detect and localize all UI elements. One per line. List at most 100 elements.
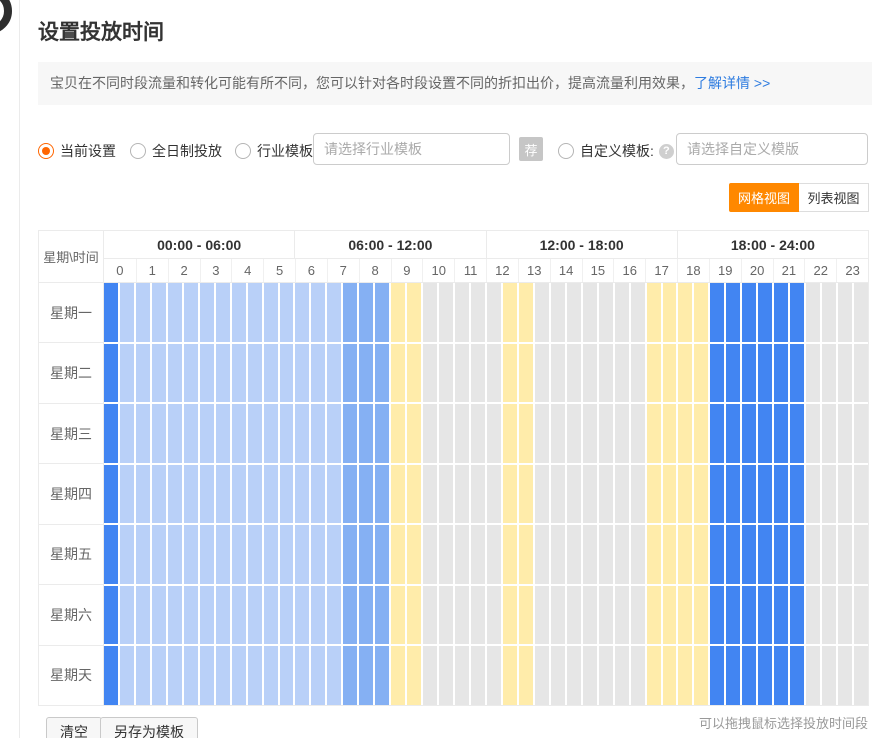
time-slot-cell[interactable]: [200, 525, 214, 584]
time-slot-cell[interactable]: [503, 283, 517, 342]
time-slot-cell[interactable]: [311, 465, 325, 524]
time-slot-cell[interactable]: [726, 465, 740, 524]
time-slot-cell[interactable]: [551, 344, 565, 403]
time-slot-cell[interactable]: [423, 586, 437, 645]
time-slot-cell[interactable]: [184, 344, 198, 403]
time-slot-cell[interactable]: [248, 404, 262, 463]
time-slot-cell[interactable]: [439, 404, 453, 463]
time-slot-cell[interactable]: [455, 404, 469, 463]
time-slot-cell[interactable]: [710, 283, 724, 342]
time-slot-cell[interactable]: [423, 525, 437, 584]
time-slot-cell[interactable]: [583, 283, 597, 342]
time-slot-cell[interactable]: [774, 283, 788, 342]
radio-industry-template[interactable]: 行业模板:: [235, 141, 317, 161]
time-slot-cell[interactable]: [838, 344, 852, 403]
time-slot-cell[interactable]: [471, 404, 485, 463]
time-slot-cell[interactable]: [295, 465, 309, 524]
time-slot-cell[interactable]: [311, 646, 325, 705]
time-slot-cell[interactable]: [567, 525, 581, 584]
time-slot-cell[interactable]: [311, 525, 325, 584]
time-slot-cell[interactable]: [120, 283, 134, 342]
time-slot-cell[interactable]: [774, 646, 788, 705]
time-slot-cell[interactable]: [551, 404, 565, 463]
time-slot-cell[interactable]: [407, 525, 421, 584]
time-slot-cell[interactable]: [519, 646, 533, 705]
time-slot-cell[interactable]: [822, 283, 836, 342]
time-slot-cell[interactable]: [423, 465, 437, 524]
time-slot-cell[interactable]: [136, 525, 150, 584]
time-slot-cell[interactable]: [391, 586, 405, 645]
time-slot-cell[interactable]: [631, 586, 645, 645]
time-slot-cell[interactable]: [248, 525, 262, 584]
time-slot-cell[interactable]: [854, 344, 868, 403]
radio-icon[interactable]: [235, 143, 251, 159]
time-slot-cell[interactable]: [264, 283, 278, 342]
time-slot-cell[interactable]: [519, 525, 533, 584]
time-slot-cell[interactable]: [567, 404, 581, 463]
time-slot-cell[interactable]: [120, 525, 134, 584]
time-slot-cell[interactable]: [567, 586, 581, 645]
time-slot-cell[interactable]: [184, 465, 198, 524]
time-slot-cell[interactable]: [535, 404, 549, 463]
time-slot-cell[interactable]: [583, 586, 597, 645]
time-slot-cell[interactable]: [152, 586, 166, 645]
time-slot-cell[interactable]: [407, 465, 421, 524]
time-slot-cell[interactable]: [503, 586, 517, 645]
time-slot-cell[interactable]: [503, 465, 517, 524]
time-slot-cell[interactable]: [599, 465, 613, 524]
time-slot-cell[interactable]: [535, 283, 549, 342]
time-slot-cell[interactable]: [439, 586, 453, 645]
time-slot-cell[interactable]: [822, 344, 836, 403]
time-slot-cell[interactable]: [359, 646, 373, 705]
time-slot-cell[interactable]: [359, 283, 373, 342]
time-slot-cell[interactable]: [583, 525, 597, 584]
time-slot-cell[interactable]: [678, 646, 692, 705]
time-slot-cell[interactable]: [295, 344, 309, 403]
time-slot-cell[interactable]: [455, 646, 469, 705]
time-slot-cell[interactable]: [184, 646, 198, 705]
time-slot-cell[interactable]: [663, 465, 677, 524]
time-slot-cell[interactable]: [774, 465, 788, 524]
time-slot-cell[interactable]: [535, 525, 549, 584]
time-slot-cell[interactable]: [407, 404, 421, 463]
time-slot-cell[interactable]: [615, 465, 629, 524]
time-slot-cell[interactable]: [264, 646, 278, 705]
time-slot-cell[interactable]: [439, 344, 453, 403]
time-slot-cell[interactable]: [359, 404, 373, 463]
time-slot-cell[interactable]: [295, 646, 309, 705]
time-slot-cell[interactable]: [567, 465, 581, 524]
time-slot-cell[interactable]: [503, 404, 517, 463]
time-slot-cell[interactable]: [280, 646, 294, 705]
time-slot-cell[interactable]: [136, 586, 150, 645]
time-slot-cell[interactable]: [391, 525, 405, 584]
time-slot-cell[interactable]: [631, 465, 645, 524]
time-slot-cell[interactable]: [790, 283, 804, 342]
time-slot-cell[interactable]: [519, 404, 533, 463]
time-slot-cell[interactable]: [487, 283, 501, 342]
time-slot-cell[interactable]: [806, 465, 820, 524]
time-slot-cell[interactable]: [120, 646, 134, 705]
time-slot-cell[interactable]: [599, 586, 613, 645]
time-slot-cell[interactable]: [168, 525, 182, 584]
floating-ball-icon[interactable]: [0, 0, 12, 34]
time-slot-cell[interactable]: [535, 646, 549, 705]
time-slot-cell[interactable]: [216, 404, 230, 463]
time-slot-cell[interactable]: [758, 586, 772, 645]
time-slot-cell[interactable]: [710, 525, 724, 584]
time-slot-cell[interactable]: [280, 404, 294, 463]
recommend-badge[interactable]: 荐: [519, 137, 543, 161]
time-slot-cell[interactable]: [295, 525, 309, 584]
time-slot-cell[interactable]: [184, 404, 198, 463]
time-slot-cell[interactable]: [455, 586, 469, 645]
time-slot-cell[interactable]: [838, 646, 852, 705]
time-slot-cell[interactable]: [200, 586, 214, 645]
time-slot-cell[interactable]: [694, 646, 708, 705]
time-slot-cell[interactable]: [726, 525, 740, 584]
time-slot-cell[interactable]: [216, 283, 230, 342]
time-slot-cell[interactable]: [375, 404, 389, 463]
time-slot-cell[interactable]: [264, 344, 278, 403]
time-slot-cell[interactable]: [152, 646, 166, 705]
time-slot-cell[interactable]: [551, 283, 565, 342]
time-slot-cell[interactable]: [519, 586, 533, 645]
time-slot-cell[interactable]: [663, 283, 677, 342]
